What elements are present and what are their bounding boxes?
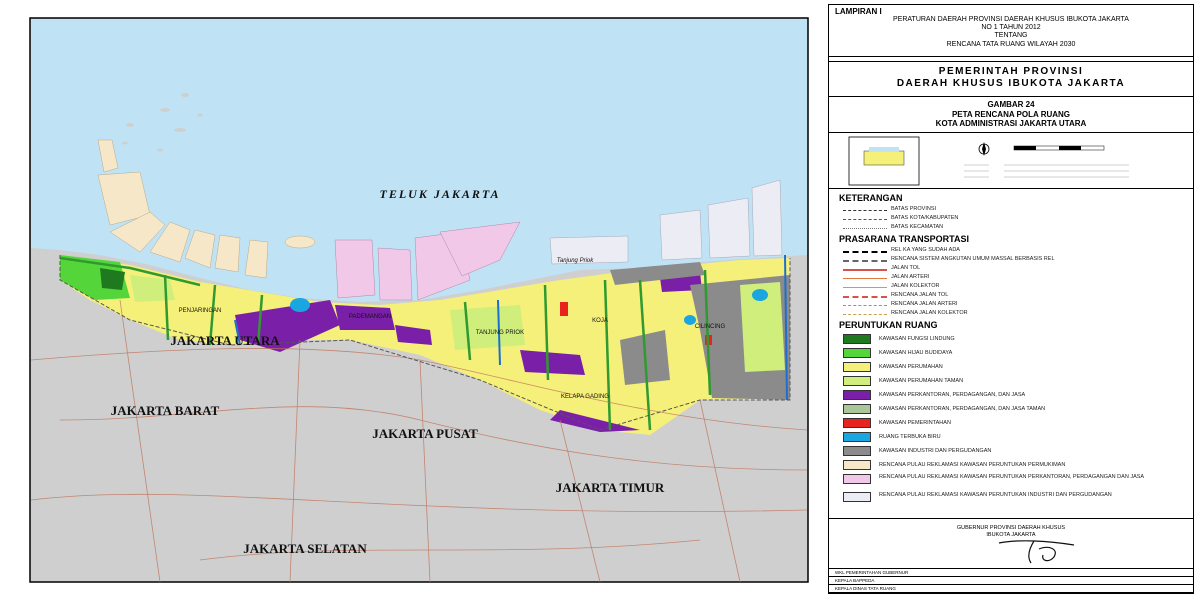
legend-box: KETERANGAN BATAS PROVINSI BATAS KOTA/KAB… <box>829 189 1193 519</box>
legend-line-rel <box>843 251 887 253</box>
district-cilincing: CILINCING <box>695 324 726 330</box>
legend-panel: LAMPIRAN I PERATURAN DAERAH PROVINSI DAE… <box>828 4 1194 594</box>
lampiran-line: RENCANA TATA RUANG WILAYAH 2030 <box>946 40 1076 48</box>
lampiran-line: PERATURAN DAERAH PROVINSI DAERAH KHUSUS … <box>893 16 1129 23</box>
swatch-reklamasi-perkantoran <box>843 474 871 484</box>
signature-box: GUBERNUR PROVINSI DAERAH KHUSUS IBUKOTA … <box>829 519 1193 569</box>
district-tanjung-priok: TANJUNG PRIOK <box>476 330 524 336</box>
legend-line-rencana-arteri <box>843 305 887 306</box>
gambar-line: KOTA ADMINISTRASI JAKARTA UTARA <box>935 119 1087 128</box>
legend-text: RENCANA JALAN ARTERI <box>891 301 958 307</box>
legend-text: KAWASAN HIJAU BUDIDAYA <box>879 350 953 356</box>
legend-text: RENCANA PULAU REKLAMASI KAWASAN PERUNTUK… <box>879 462 1066 468</box>
sea-label: TELUK JAKARTA <box>379 187 500 201</box>
region-label-timur: JAKARTA TIMUR <box>556 480 665 495</box>
legend-text: JALAN ARTERI <box>891 274 930 280</box>
legend-text: KAWASAN PERUMAHAN <box>879 364 943 370</box>
sign-row: WKL PEMERINTAHAN GUBERNUR <box>829 569 1193 577</box>
lampiran-title: LAMPIRAN I <box>835 7 882 16</box>
legend-text: JALAN KOLEKTOR <box>891 283 940 289</box>
sign-row: KEPALA DINAS TATA RUANG <box>829 585 1193 593</box>
gov-box: PEMERINTAH PROVINSI DAERAH KHUSUS IBUKOT… <box>829 61 1193 97</box>
legend-text: KAWASAN INDUSTRI DAN PERGUDANGAN <box>879 448 992 454</box>
lampiran-line: TENTANG <box>994 32 1028 40</box>
legend-text: JALAN TOL <box>891 265 921 271</box>
legend-line-batas-kota <box>843 219 887 220</box>
sign-row: KEPALA BAPPEDA <box>829 577 1193 585</box>
legend-text: REL KA YANG SUDAH ADA <box>891 247 960 253</box>
legend-line-rencana-tol <box>843 296 887 298</box>
peruntukan-heading: PERUNTUKAN RUANG <box>839 320 938 330</box>
legend-line-batas-kecamatan <box>843 228 887 229</box>
region-label-barat: JAKARTA BARAT <box>111 403 220 418</box>
legend-text: RENCANA JALAN KOLEKTOR <box>891 310 968 316</box>
swatch-perumahan <box>843 362 871 372</box>
gambar-box: GAMBAR 24 PETA RENCANA POLA RUANG KOTA A… <box>829 97 1193 133</box>
swatch-pemerintahan <box>843 418 871 428</box>
lampiran-line: NO 1 TAHUN 2012 <box>981 24 1041 32</box>
district-koja: KOJA <box>592 318 608 324</box>
region-label-utara: JAKARTA UTARA <box>170 333 280 348</box>
legend-text: RENCANA PULAU REKLAMASI KAWASAN PERUNTUK… <box>879 474 1145 480</box>
legend-text: BATAS KOTA/KABUPATEN <box>891 215 959 221</box>
legend-text: KAWASAN FUNGSI LINDUNG <box>879 336 955 342</box>
legend-text: KAWASAN PEMERINTAHAN <box>879 420 951 426</box>
legend-text: RENCANA SISTEM ANGKUTAN UMUM MASSAL BERB… <box>891 256 1055 262</box>
legend-text: RUANG TERBUKA BIRU <box>879 434 941 440</box>
gov-line: DAERAH KHUSUS IBUKOTA JAKARTA <box>896 78 1126 89</box>
legend-line-batas-provinsi <box>843 210 887 211</box>
gambar-line: PETA RENCANA POLA RUANG <box>951 109 1071 119</box>
swatch-perkantoran-taman <box>843 404 871 414</box>
gambar-line: GAMBAR 24 <box>987 100 1035 109</box>
map-area[interactable]: TELUK JAKARTA Tanjung Priok JAKARTA UTAR… <box>0 0 825 600</box>
legend-text: BATAS PROVINSI <box>891 206 937 212</box>
lampiran-box: LAMPIRAN I PERATURAN DAERAH PROVINSI DAE… <box>829 5 1193 57</box>
legend-text: RENCANA PULAU REKLAMASI KAWASAN PERUNTUK… <box>879 492 1112 498</box>
swatch-ruang-biru <box>843 432 871 442</box>
swatch-hijau <box>843 348 871 358</box>
region-label-selatan: JAKARTA SELATAN <box>243 541 367 556</box>
swatch-reklamasi-industri <box>843 492 871 502</box>
swatch-industri <box>843 446 871 456</box>
swatch-perumahan-taman <box>843 376 871 386</box>
inset-box <box>829 133 1193 189</box>
district-pademangan: PADEMANGAN <box>349 314 391 320</box>
district-kelapa-gading: KELAPA GADING <box>561 394 609 400</box>
prasarana-heading: PRASARANA TRANSPORTASI <box>839 234 970 244</box>
legend-text: KAWASAN PERUMAHAN TAMAN <box>879 378 964 384</box>
legend-line-mrt <box>843 260 887 262</box>
port-label: Tanjung Priok <box>557 258 594 264</box>
legend-line-tol <box>843 269 887 271</box>
map-canvas[interactable]: TELUK JAKARTA Tanjung Priok JAKARTA UTAR… <box>0 0 825 600</box>
inset-graphics <box>848 136 1129 186</box>
legend-text: KAWASAN PERKANTORAN, PERDAGANGAN, DAN JA… <box>879 392 1026 398</box>
legend-line-arteri <box>843 278 887 279</box>
swatch-perkantoran <box>843 390 871 400</box>
legend-heading: KETERANGAN <box>839 193 903 203</box>
legend-line-kolektor <box>843 287 887 288</box>
swatch-reklamasi-permukiman <box>843 460 871 470</box>
region-label-pusat: JAKARTA PUSAT <box>372 426 478 441</box>
legend-text: BATAS KECAMATAN <box>891 224 944 230</box>
legend-line-rencana-kolektor <box>843 314 887 315</box>
swatch-lindung <box>843 334 871 344</box>
signature-mark <box>998 540 1075 564</box>
legend-text: KAWASAN PERKANTORAN, PERDAGANGAN, DAN JA… <box>879 406 1046 412</box>
district-penjaringan: PENJARINGAN <box>179 308 222 314</box>
legend-text: RENCANA JALAN TOL <box>891 292 949 298</box>
gov-line: PEMERINTAH PROVINSI <box>938 66 1084 77</box>
